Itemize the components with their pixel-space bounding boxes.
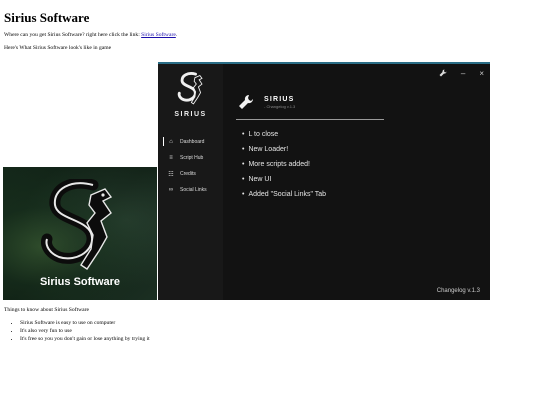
sidebar-item-label: Script Hub <box>180 155 204 161</box>
list-item: More scripts added! <box>242 157 326 172</box>
list-item: Sirius Software is easy to use on comput… <box>20 319 150 327</box>
list-item: Added "Social Links" Tab <box>242 187 326 202</box>
version-label: Changelog v.1.3 <box>436 288 480 294</box>
info-section: Things to know about Sirius Software Sir… <box>4 307 150 343</box>
sidebar-item-script-hub[interactable]: ≡ Script Hub <box>166 150 207 166</box>
link-icon: ∞ <box>168 187 174 193</box>
list-icon: ≡ <box>169 155 173 161</box>
minimize-button[interactable]: – <box>461 69 465 79</box>
sidebar-item-label: Credits <box>180 171 196 177</box>
header-title: SIRIUS <box>264 95 295 103</box>
sidebar-item-label: Dashboard <box>180 139 205 145</box>
wrench-icon[interactable] <box>439 69 447 79</box>
header-subtitle: - Changelog v.1.3 <box>264 103 296 109</box>
intro-paragraph: Where can you get Sirius Software? right… <box>4 32 536 39</box>
things-heading: Things to know about Sirius Software <box>4 307 89 313</box>
sidebar-nav: ⌂ Dashboard ≡ Script Hub ☷ Credits ∞ Soc… <box>163 134 207 198</box>
list-item: L to close <box>242 127 326 142</box>
sirius-software-link[interactable]: Sirius Software <box>141 32 176 38</box>
close-button[interactable]: × <box>479 69 484 79</box>
changelog-list: L to close New Loader! More scripts adde… <box>242 127 326 202</box>
window-controls: – × <box>439 69 484 79</box>
page-title: Sirius Software <box>4 10 90 25</box>
looks-text: Here's What Sirius Software look's like … <box>4 44 112 51</box>
screenshots: Sirius Software SIRIUS ⌂ Dashboard ≡ Scr… <box>3 62 493 300</box>
home-icon: ⌂ <box>169 139 173 145</box>
intro-text: Where can you get Sirius Software? right… <box>4 32 142 38</box>
sidebar-item-label: Social Links <box>180 187 207 193</box>
promo-image: Sirius Software <box>3 167 157 300</box>
list-item: New UI <box>242 172 326 187</box>
sidebar-item-credits[interactable]: ☷ Credits <box>166 166 207 182</box>
sidebar-brand: SIRIUS <box>174 111 207 118</box>
sidebar-logo-icon <box>177 72 203 105</box>
content-header: SIRIUS - Changelog v.1.3 <box>238 94 295 110</box>
bullet-list: Sirius Software is easy to use on comput… <box>4 319 150 343</box>
intro-end: . <box>175 32 178 38</box>
people-icon: ☷ <box>168 171 174 178</box>
sidebar-item-dashboard[interactable]: ⌂ Dashboard <box>163 134 207 150</box>
sirius-logo-icon <box>41 179 113 270</box>
divider <box>236 119 384 120</box>
sidebar: SIRIUS ⌂ Dashboard ≡ Script Hub ☷ Credit… <box>158 64 223 300</box>
sidebar-item-social-links[interactable]: ∞ Social Links <box>166 182 207 198</box>
list-item: It's also very fun to use <box>20 327 150 335</box>
list-item: It's free so you you don't gain or lose … <box>20 335 150 343</box>
promo-title: Sirius Software <box>39 276 121 288</box>
list-item: New Loader! <box>242 142 326 157</box>
wrench-icon <box>239 94 254 109</box>
app-window: SIRIUS ⌂ Dashboard ≡ Script Hub ☷ Credit… <box>158 62 490 300</box>
